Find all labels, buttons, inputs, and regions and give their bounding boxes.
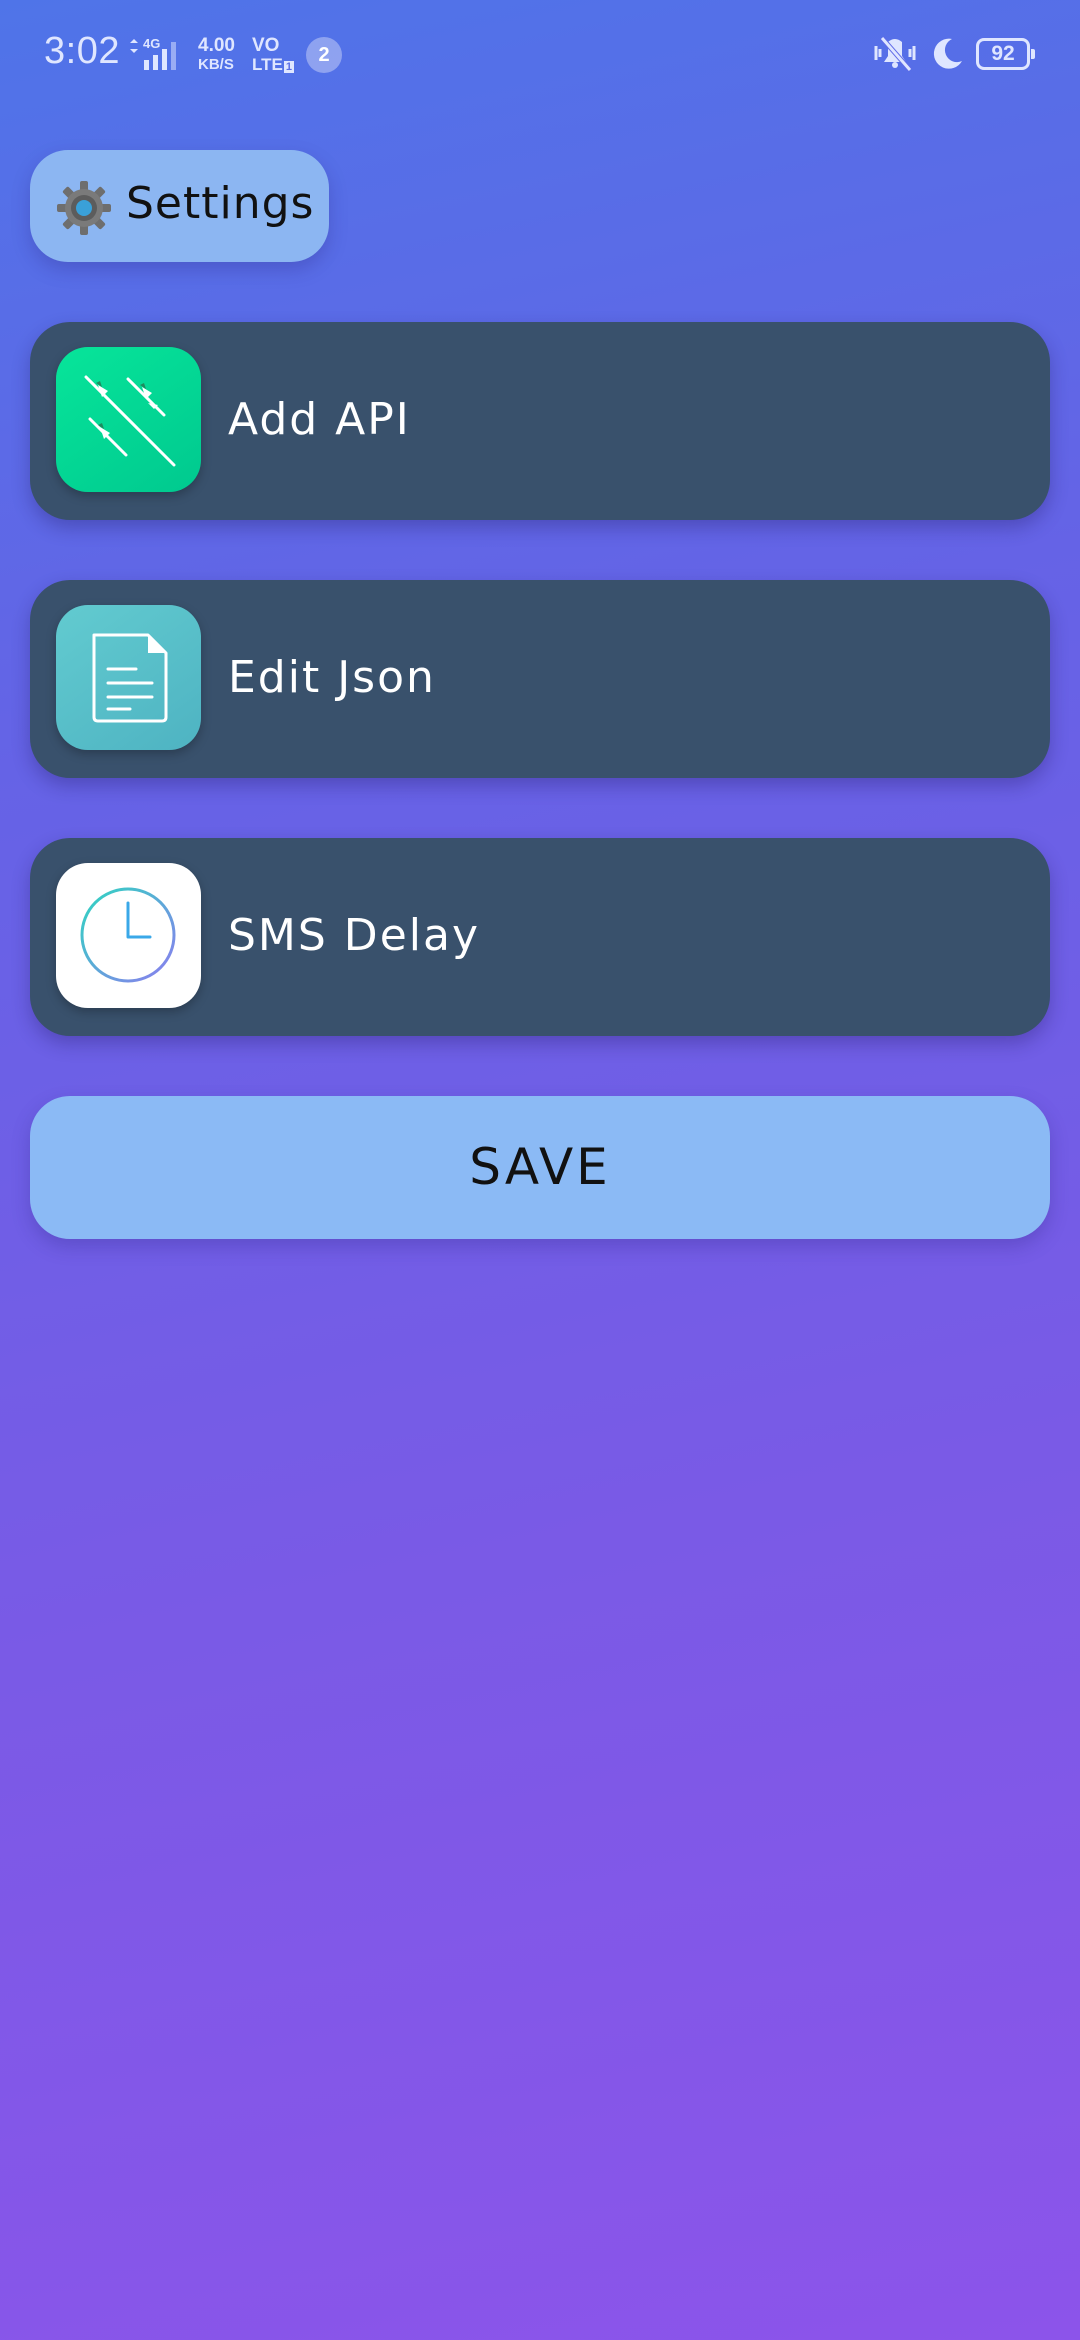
speed-unit: KB/S (198, 56, 234, 73)
notification-count-badge: 2 (306, 37, 342, 73)
speed-value: 4.00 (198, 35, 235, 56)
vibrate-off-icon (874, 36, 916, 72)
menu-item-sms-delay[interactable]: SMS Delay (30, 838, 1050, 1036)
menu-item-edit-json[interactable]: Edit Json (30, 580, 1050, 778)
battery-level: 92 (991, 42, 1015, 65)
menu-item-label: Add API (228, 394, 411, 445)
document-icon (92, 633, 168, 723)
clock-icon (80, 887, 176, 983)
status-time: 3:02 (44, 30, 120, 72)
menu-item-add-api[interactable]: Add API (30, 322, 1050, 520)
volte-top-label: VO (252, 35, 280, 56)
signal-icon: 4G (130, 36, 176, 70)
menu-item-label: Edit Json (228, 652, 436, 703)
api-connector-icon (84, 375, 176, 467)
api-icon-tile (56, 347, 201, 492)
volte-lte-text: LTE (252, 55, 283, 74)
battery-icon: 92 (976, 38, 1035, 70)
status-bar: 3:02 4G 4.00 KB/S VO LTE 1 2 92 (0, 0, 1080, 108)
network-type-label: 4G (143, 36, 160, 51)
json-icon-tile (56, 605, 201, 750)
gear-icon (57, 181, 111, 235)
clock-icon-tile (56, 863, 201, 1008)
volte-bottom-label: LTE 1 (252, 56, 294, 73)
volte-sim-text: 1 (283, 61, 294, 73)
save-button[interactable]: SAVE (30, 1096, 1050, 1239)
settings-header-chip[interactable]: Settings (30, 150, 329, 262)
settings-title: Settings (126, 178, 315, 229)
menu-item-label: SMS Delay (228, 910, 480, 961)
moon-icon (933, 38, 962, 69)
